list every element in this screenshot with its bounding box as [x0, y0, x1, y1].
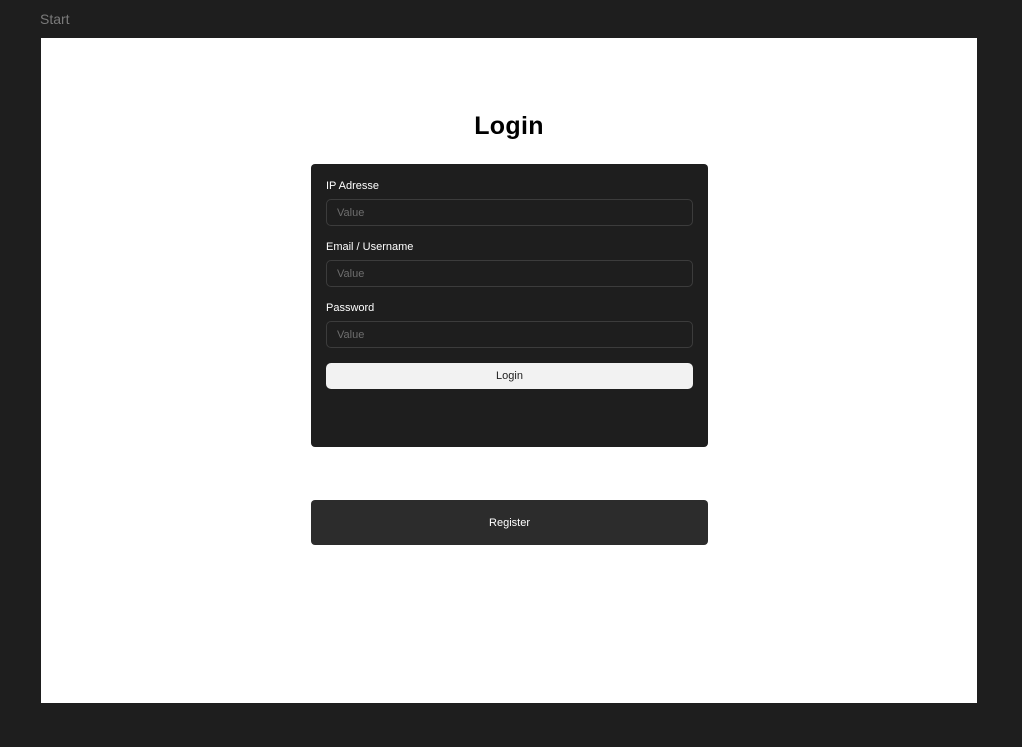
email-username-label: Email / Username [326, 241, 414, 253]
frame-label[interactable]: Start [40, 11, 70, 27]
login-button[interactable]: Login [326, 363, 693, 389]
register-button[interactable]: Register [311, 500, 708, 545]
ip-address-input[interactable] [326, 199, 693, 226]
ip-address-label: IP Adresse [326, 180, 379, 192]
password-input[interactable] [326, 321, 693, 348]
ip-address-field: IP Adresse [326, 179, 693, 226]
login-card: IP Adresse Email / Username Password Log… [311, 164, 708, 447]
start-frame: Login IP Adresse Email / Username Passwo… [41, 38, 977, 703]
page-title: Login [474, 112, 544, 140]
email-username-input[interactable] [326, 260, 693, 287]
password-label: Password [326, 302, 375, 314]
email-username-field: Email / Username [326, 240, 693, 287]
password-field: Password [326, 301, 693, 348]
